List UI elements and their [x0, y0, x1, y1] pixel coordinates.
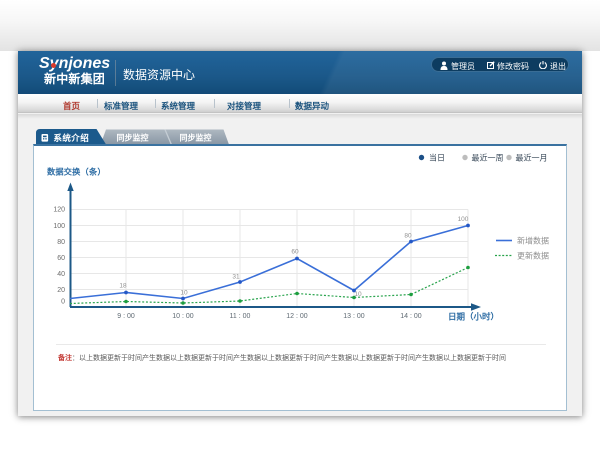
- svg-text:100: 100: [53, 223, 65, 230]
- svg-text:数据交换（条）: 数据交换（条）: [47, 167, 106, 177]
- svg-text:9 : 00: 9 : 00: [117, 313, 135, 320]
- svg-text:更新数据: 更新数据: [517, 251, 549, 261]
- svg-text:18: 18: [119, 283, 127, 290]
- svg-text:100: 100: [458, 216, 469, 223]
- svg-text:10 : 00: 10 : 00: [172, 313, 194, 320]
- svg-text:60: 60: [57, 255, 65, 262]
- svg-text:最近一周: 最近一周: [472, 153, 504, 163]
- svg-text:14 : 00: 14 : 00: [400, 313, 422, 320]
- svg-text:60: 60: [291, 249, 299, 256]
- svg-text:10: 10: [180, 290, 188, 297]
- svg-text:120: 120: [53, 207, 65, 214]
- svg-text:10: 10: [354, 291, 362, 298]
- svg-text:80: 80: [57, 239, 65, 246]
- svg-text:日期（小时）: 日期（小时）: [448, 312, 499, 322]
- svg-text:12 : 00: 12 : 00: [286, 313, 308, 320]
- svg-text:20: 20: [57, 287, 65, 294]
- svg-text:40: 40: [57, 271, 65, 278]
- svg-text:31: 31: [232, 274, 240, 281]
- svg-text:同步监控: 同步监控: [117, 133, 149, 143]
- svg-text:最近一月: 最近一月: [516, 153, 548, 163]
- svg-text:0: 0: [61, 299, 65, 306]
- svg-text:同步监控: 同步监控: [180, 133, 212, 143]
- svg-text:11 : 00: 11 : 00: [230, 313, 251, 320]
- svg-text:新增数据: 新增数据: [517, 236, 549, 246]
- svg-text:80: 80: [404, 233, 412, 240]
- svg-text:系统介绍: 系统介绍: [54, 133, 90, 143]
- svg-text:13 : 00: 13 : 00: [343, 313, 365, 320]
- svg-text:当日: 当日: [429, 153, 445, 163]
